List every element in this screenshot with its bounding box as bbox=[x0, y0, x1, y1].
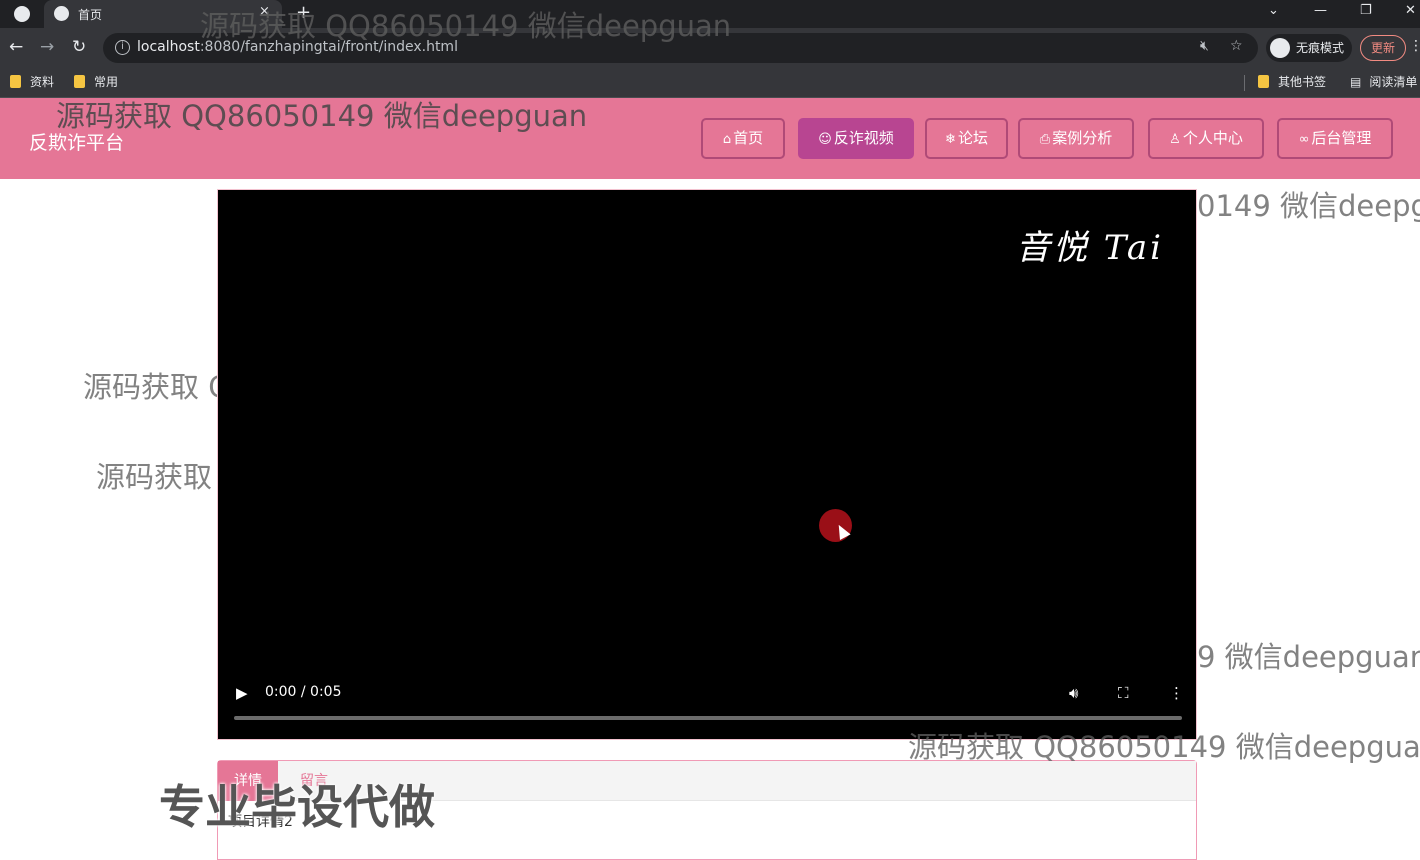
home-icon: ⌂ bbox=[722, 132, 732, 147]
globe-icon bbox=[54, 6, 69, 21]
bookmark-label: 其他书签 bbox=[1278, 75, 1327, 89]
bookmark-label: 常用 bbox=[94, 75, 119, 89]
watermark-text: 源码获取 QQ86050149 微信deepguan bbox=[200, 9, 732, 43]
nav-item-home[interactable]: ⌂ 首页 bbox=[701, 118, 785, 159]
folder-icon bbox=[10, 75, 21, 88]
forward-icon[interactable]: → bbox=[40, 37, 54, 57]
close-window-icon[interactable]: ✕ bbox=[1405, 3, 1416, 18]
bookmark-folder[interactable]: 资料 bbox=[10, 73, 54, 90]
watermark-text: 源码获取 C bbox=[83, 370, 217, 404]
bookmark-label: 阅读清单 bbox=[1369, 75, 1418, 89]
restore-icon[interactable]: ❐ bbox=[1360, 3, 1372, 18]
watermark-text: 9 微信deepguan bbox=[1197, 640, 1420, 674]
reload-icon[interactable]: ↻ bbox=[72, 37, 86, 57]
watermark-text: 0149 微信deepg bbox=[1197, 189, 1420, 223]
site-info-icon[interactable]: i bbox=[115, 40, 130, 55]
folder-icon bbox=[1258, 75, 1269, 88]
watermark-text: 源码获取 bbox=[96, 460, 213, 494]
other-bookmarks[interactable]: 其他书签 bbox=[1258, 73, 1326, 90]
minimize-icon[interactable]: — bbox=[1314, 3, 1327, 18]
fullscreen-icon[interactable]: ⛶ bbox=[1118, 684, 1129, 702]
volume-icon[interactable]: 🔊︎ bbox=[1069, 684, 1078, 702]
user-icon: ♙ bbox=[1169, 132, 1181, 147]
bookmarks-divider bbox=[1244, 75, 1245, 91]
nav-label: 后台管理 bbox=[1311, 129, 1372, 147]
watermark-banner: 专业毕设代做 bbox=[159, 780, 435, 834]
smile-icon: ☺ bbox=[818, 132, 832, 147]
update-button[interactable]: 更新 bbox=[1360, 35, 1407, 61]
video-watermark-logo: 音悦 Tai bbox=[1016, 228, 1164, 268]
incognito-icon bbox=[1270, 38, 1290, 58]
reading-list[interactable]: ▤ 阅读清单 bbox=[1350, 73, 1417, 90]
nav-item-admin[interactable]: ∞ 后台管理 bbox=[1277, 118, 1393, 159]
nav-label: 个人中心 bbox=[1182, 129, 1243, 147]
incognito-badge[interactable]: 无痕模式 bbox=[1266, 34, 1353, 62]
watermark-text: 源码获取 QQ86050149 微信deepgua bbox=[908, 730, 1420, 764]
nav-label: 反诈视频 bbox=[833, 129, 894, 147]
nav-label: 首页 bbox=[733, 129, 764, 147]
more-options-icon[interactable]: ⋮ bbox=[1169, 684, 1184, 702]
folder-icon bbox=[74, 75, 85, 88]
back-icon[interactable]: ← bbox=[9, 37, 23, 57]
nav-item-anti-fraud-video[interactable]: ☺ 反诈视频 bbox=[798, 118, 914, 159]
incognito-label: 无痕模式 bbox=[1296, 41, 1345, 55]
bookmark-label: 资料 bbox=[30, 75, 55, 89]
nav-label: 案例分析 bbox=[1052, 129, 1113, 147]
nav-item-case-analysis[interactable]: ⎙ 案例分析 bbox=[1018, 118, 1134, 159]
star-icon[interactable]: ☆ bbox=[1230, 38, 1243, 54]
browser-menu-icon[interactable] bbox=[14, 6, 30, 22]
menu-kebab-icon[interactable]: ⋮ bbox=[1409, 38, 1420, 54]
link-icon: ∞ bbox=[1298, 132, 1310, 147]
play-icon[interactable]: ▶ bbox=[236, 684, 248, 702]
reading-list-icon: ▤ bbox=[1350, 75, 1362, 89]
video-player[interactable]: 音悦 Tai ▶ 0:00 / 0:05 🔊︎ ⛶ ⋮ bbox=[217, 189, 1197, 740]
watermark-text: 源码获取 QQ86050149 微信deepguan bbox=[56, 99, 588, 133]
tab-title: 首页 bbox=[78, 8, 103, 22]
nav-label: 论坛 bbox=[957, 129, 988, 147]
nav-item-personal-center[interactable]: ♙ 个人中心 bbox=[1148, 118, 1264, 159]
video-progress-bar[interactable] bbox=[234, 716, 1182, 720]
video-time: 0:00 / 0:05 bbox=[265, 684, 342, 700]
sound-muted-icon[interactable]: 🔇︎ bbox=[1200, 38, 1209, 54]
nav-item-forum[interactable]: ❄ 论坛 bbox=[925, 118, 1008, 159]
tab-search-icon[interactable]: ⌄ bbox=[1268, 3, 1279, 18]
snowflake-icon: ❄ bbox=[945, 132, 956, 147]
url-host: localhost bbox=[137, 39, 200, 55]
bookmark-folder[interactable]: 常用 bbox=[74, 73, 118, 90]
printer-icon: ⎙ bbox=[1039, 132, 1051, 147]
